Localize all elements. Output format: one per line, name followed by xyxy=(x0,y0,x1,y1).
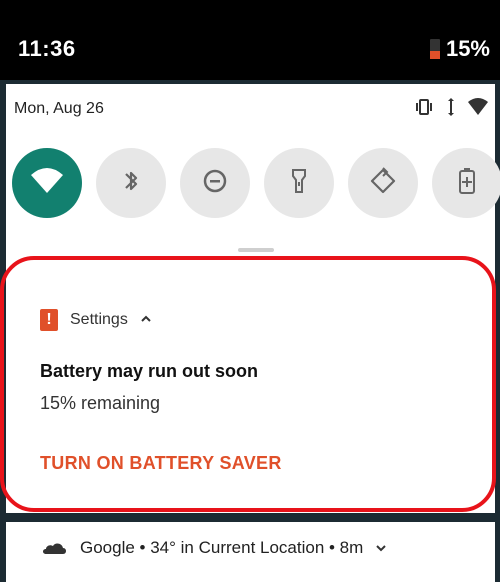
turn-on-battery-saver-button[interactable]: TURN ON BATTERY SAVER xyxy=(40,453,282,474)
notification-text: 15% remaining xyxy=(40,393,161,413)
notification-header: Settings xyxy=(40,309,152,331)
chevron-down-icon[interactable] xyxy=(375,538,387,558)
cloud-icon xyxy=(40,540,68,556)
wifi-tile[interactable] xyxy=(12,148,82,218)
chevron-up-icon[interactable] xyxy=(140,311,152,329)
weather-text: Google • 34° in Current Location • 8m xyxy=(80,538,364,557)
notification-app-name: Settings xyxy=(70,311,128,328)
battery-percent: 15% xyxy=(445,36,490,61)
status-time: 11:36 xyxy=(18,36,76,61)
quick-settings-panel: Mon, Aug 26 xyxy=(6,84,500,280)
battery-indicator: 15% xyxy=(429,36,490,62)
battery-notification[interactable]: Settings Battery may run out soon 15% re… xyxy=(6,255,495,513)
date: Mon, Aug 26 xyxy=(14,100,104,117)
weather-notification[interactable]: Google • 34° in Current Location • 8m xyxy=(6,522,495,582)
weather-row: Google • 34° in Current Location • 8m xyxy=(40,538,387,558)
flashlight-icon xyxy=(287,166,311,201)
quick-settings-tiles xyxy=(12,148,500,218)
bluetooth-icon xyxy=(120,166,142,201)
bluetooth-tile[interactable] xyxy=(96,148,166,218)
battery-alert-icon xyxy=(40,309,58,331)
wifi-icon xyxy=(29,167,65,200)
data-activity-icon xyxy=(445,98,457,121)
battery-saver-icon xyxy=(455,166,479,201)
vibrate-icon xyxy=(413,98,435,121)
dnd-tile[interactable] xyxy=(180,148,250,218)
system-icons xyxy=(413,98,489,121)
wifi-signal-icon xyxy=(467,98,489,121)
auto-rotate-icon xyxy=(368,166,398,201)
notification-title: Battery may run out soon xyxy=(40,361,259,381)
battery-icon xyxy=(429,39,440,59)
flashlight-tile[interactable] xyxy=(264,148,334,218)
drag-handle[interactable] xyxy=(238,248,274,252)
status-bar: 11:36 15% xyxy=(0,0,500,80)
battery-saver-tile[interactable] xyxy=(432,148,500,218)
do-not-disturb-icon xyxy=(200,166,230,201)
auto-rotate-tile[interactable] xyxy=(348,148,418,218)
